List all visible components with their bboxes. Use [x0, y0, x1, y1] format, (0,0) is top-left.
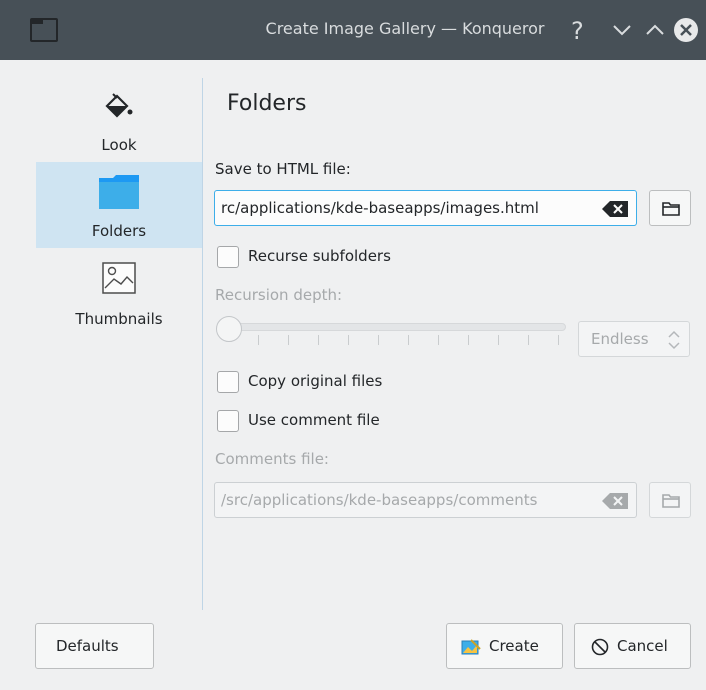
create-button-label: Create	[489, 637, 539, 655]
slider-tick	[408, 335, 409, 345]
folder-open-icon	[662, 494, 680, 512]
recurse-subfolders-checkbox[interactable]	[217, 246, 239, 268]
dialog-content: Look Folders Thumbnails Folders Save to …	[0, 60, 706, 690]
save-to-html-input[interactable]: rc/applications/kde-baseapps/images.html	[214, 190, 637, 226]
recursion-depth-slider[interactable]	[224, 323, 566, 331]
create-button[interactable]: Create	[446, 623, 563, 669]
comments-file-input[interactable]: /src/applications/kde-baseapps/comments	[214, 482, 637, 518]
sidebar-item-label: Folders	[91, 222, 147, 240]
clear-text-icon[interactable]	[602, 493, 628, 513]
clear-text-icon[interactable]	[602, 201, 628, 221]
recursion-depth-spinbox[interactable]: Endless	[578, 321, 690, 357]
sidebar-item-thumbnails[interactable]: Thumbnails	[36, 248, 202, 338]
help-icon[interactable]: ?	[566, 16, 594, 45]
slider-tick	[558, 335, 559, 345]
slider-tick	[258, 335, 259, 345]
save-to-html-label: Save to HTML file:	[215, 160, 351, 178]
window-title: Create Image Gallery — Konqueror	[265, 19, 545, 38]
slider-tick	[438, 335, 439, 345]
spin-arrows-icon[interactable]	[667, 329, 681, 355]
slider-tick	[528, 335, 529, 345]
sidebar-divider	[202, 78, 203, 610]
sidebar-item-label: Look	[101, 136, 137, 154]
cancel-icon	[591, 638, 609, 660]
use-comment-file-label[interactable]: Use comment file	[248, 411, 380, 429]
copy-original-files-label[interactable]: Copy original files	[248, 372, 382, 390]
close-icon[interactable]	[672, 16, 700, 44]
slider-handle[interactable]	[216, 316, 242, 342]
save-to-html-value: rc/applications/kde-baseapps/images.html	[221, 199, 539, 217]
slider-tick	[318, 335, 319, 345]
comments-file-label: Comments file:	[215, 450, 329, 468]
folder-icon	[98, 174, 140, 214]
sidebar-item-folders[interactable]: Folders	[36, 162, 202, 248]
slider-tick	[288, 335, 289, 345]
cancel-button-label: Cancel	[617, 637, 668, 655]
slider-tick	[348, 335, 349, 345]
recurse-subfolders-label[interactable]: Recurse subfolders	[248, 247, 391, 265]
paint-bucket-icon	[104, 92, 134, 124]
use-comment-file-checkbox[interactable]	[217, 410, 239, 432]
sidebar-item-look[interactable]: Look	[36, 78, 202, 162]
slider-tick	[468, 335, 469, 345]
slider-tick	[378, 335, 379, 345]
comments-file-value: /src/applications/kde-baseapps/comments	[221, 491, 538, 509]
spinbox-value: Endless	[591, 330, 649, 348]
recursion-depth-label: Recursion depth:	[215, 286, 343, 304]
minimize-icon[interactable]	[608, 16, 636, 44]
sidebar-item-label: Thumbnails	[75, 310, 163, 328]
browse-comments-file-button[interactable]	[649, 482, 691, 518]
defaults-button-label: Defaults	[56, 637, 119, 655]
page-title: Folders	[227, 91, 307, 116]
folder-open-icon	[662, 202, 680, 220]
title-bar[interactable]: Create Image Gallery — Konqueror ?	[0, 0, 706, 60]
svg-text:?: ?	[571, 17, 584, 44]
browse-html-file-button[interactable]	[649, 190, 691, 226]
cancel-button[interactable]: Cancel	[574, 623, 691, 669]
defaults-button[interactable]: Defaults	[35, 623, 154, 669]
maximize-icon[interactable]	[641, 16, 669, 44]
slider-tick	[498, 335, 499, 345]
copy-original-files-checkbox[interactable]	[217, 371, 239, 393]
image-icon	[102, 262, 136, 298]
create-gallery-icon	[461, 638, 481, 660]
